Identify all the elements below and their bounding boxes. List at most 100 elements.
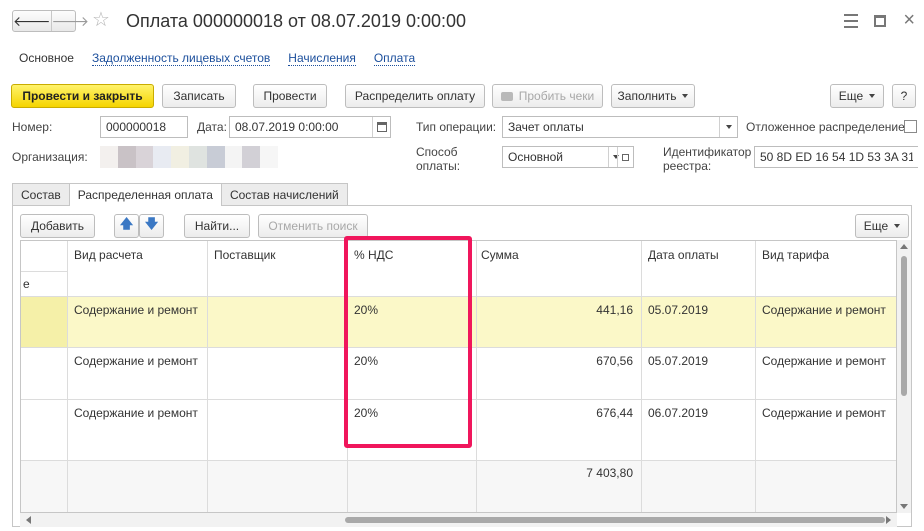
column-header-supplier[interactable]: Поставщик: [214, 248, 276, 262]
nav-link-accruals[interactable]: Начисления: [288, 51, 356, 66]
window-title: Оплата 000000018 от 08.07.2019 0:00:00: [126, 11, 467, 31]
post-and-close-button[interactable]: Провести и закрыть: [11, 84, 154, 108]
title-bar: 🡐 🡒 ☆ Оплата 000000018 от 08.07.2019 0:0…: [0, 0, 924, 44]
table-total-sum: 7 403,80: [586, 466, 633, 480]
organization-label: Организация:: [12, 150, 88, 164]
table-row-2-date[interactable]: 05.07.2019: [648, 354, 708, 368]
table-row-2-sum[interactable]: 670,56: [481, 354, 633, 368]
move-up-button[interactable]: 🡅: [114, 214, 139, 238]
table-row-1-tariff[interactable]: Содержание и ремонт: [762, 303, 886, 317]
date-field[interactable]: 08.07.2019 0:00:00: [229, 116, 391, 138]
registry-id-label-line1: Идентификатор: [663, 145, 752, 159]
horizontal-scrollbar[interactable]: [20, 513, 897, 527]
registry-id-value: 50 8D ED 16 54 1D 53 3A 31 E: [760, 150, 913, 164]
scroll-down-icon[interactable]: [900, 504, 908, 509]
operation-type-label: Тип операции:: [416, 120, 497, 134]
payment-method-label-line1: Способ: [416, 145, 458, 159]
payment-method-select[interactable]: Основной: [502, 146, 634, 168]
chevron-down-icon: [869, 94, 876, 98]
deferred-distribution-label: Отложенное распределение:: [746, 120, 909, 134]
table-row-1-date[interactable]: 05.07.2019: [648, 303, 708, 317]
chevron-down-icon[interactable]: [719, 117, 737, 137]
printer-icon: [500, 91, 513, 101]
scroll-up-icon[interactable]: [900, 244, 908, 249]
table-row-2-tariff[interactable]: Содержание и ремонт: [762, 354, 886, 368]
fill-label: Заполнить: [617, 89, 677, 103]
chevron-down-icon: [682, 94, 689, 98]
scroll-left-icon[interactable]: [26, 516, 31, 524]
registry-id-label-line2: реестра:: [663, 159, 712, 173]
table-row-1-sum[interactable]: 441,16: [481, 303, 633, 317]
more-label: Еще: [838, 89, 864, 103]
registry-id-label: Идентификатор реестра:: [663, 145, 751, 173]
tab-bar: Состав Распределенная оплата Состав начи…: [12, 183, 348, 206]
vat-column-highlight: [344, 236, 472, 448]
maximize-icon[interactable]: [874, 15, 886, 27]
column-header-calc-type[interactable]: Вид расчета: [74, 248, 143, 262]
table-row-3-calc[interactable]: Содержание и ремонт: [74, 406, 198, 420]
favorite-star-icon[interactable]: ☆: [92, 9, 110, 31]
organization-field-redacted[interactable]: [100, 146, 278, 168]
more-actions-button[interactable]: Еще: [830, 84, 884, 108]
arrow-right-icon: 🡒: [51, 12, 90, 29]
table-more-label: Еще: [863, 219, 889, 233]
arrow-up-icon: 🡅: [119, 216, 134, 231]
payment-method-value: Основной: [508, 150, 564, 164]
form-nav-panel: Основное Задолженность лицевых счетов На…: [19, 51, 433, 66]
distribute-payment-button[interactable]: Распределить оплату: [345, 84, 485, 108]
date-label: Дата:: [197, 120, 227, 134]
scroll-right-icon[interactable]: [886, 516, 891, 524]
arrow-left-icon: 🡐: [13, 12, 51, 29]
print-checks-label: Пробить чеки: [518, 89, 595, 103]
history-nav: 🡐 🡒: [12, 10, 89, 32]
close-icon[interactable]: ×: [903, 10, 915, 30]
vertical-scrollbar[interactable]: [897, 240, 911, 513]
table-row-3-tariff[interactable]: Содержание и ремонт: [762, 406, 886, 420]
payment-method-label: Способ оплаты:: [416, 145, 460, 173]
post-button[interactable]: Провести: [253, 84, 327, 108]
column-header-sum[interactable]: Сумма: [481, 248, 519, 262]
open-icon[interactable]: [617, 147, 633, 167]
move-down-button[interactable]: 🡇: [139, 214, 164, 238]
column-header-marker: е: [23, 277, 30, 291]
arrow-down-icon: 🡇: [144, 216, 159, 231]
date-value: 08.07.2019 0:00:00: [235, 120, 339, 134]
number-field[interactable]: 000000018: [100, 116, 188, 138]
vertical-scroll-thumb[interactable]: [901, 256, 907, 396]
tab-composition[interactable]: Состав: [12, 183, 70, 205]
tab-accrual-composition[interactable]: Состав начислений: [220, 183, 348, 205]
table-row-2-calc[interactable]: Содержание и ремонт: [74, 354, 198, 368]
fill-dropdown-button[interactable]: Заполнить: [611, 84, 695, 108]
row-marker-cell: [21, 296, 67, 347]
operation-type-value: Зачет оплаты: [508, 120, 584, 134]
table-row-1-calc[interactable]: Содержание и ремонт: [74, 303, 198, 317]
calendar-icon[interactable]: [372, 117, 390, 137]
add-row-button[interactable]: Добавить: [20, 214, 95, 238]
payment-method-label-line2: оплаты:: [416, 159, 461, 173]
tab-distributed-payment[interactable]: Распределенная оплата: [68, 183, 222, 206]
cancel-find-button[interactable]: Отменить поиск: [258, 214, 368, 238]
window-menu-icon[interactable]: [844, 14, 858, 28]
column-header-payment-date[interactable]: Дата оплаты: [648, 248, 719, 262]
deferred-distribution-checkbox[interactable]: [904, 120, 917, 133]
table-row-3-date[interactable]: 06.07.2019: [648, 406, 708, 420]
save-button[interactable]: Записать: [162, 84, 236, 108]
table-footer: [21, 460, 896, 512]
print-checks-button[interactable]: Пробить чеки: [492, 84, 603, 108]
chevron-down-icon: [894, 224, 901, 228]
table-more-button[interactable]: Еще: [855, 214, 909, 238]
forward-button[interactable]: 🡒: [50, 11, 90, 31]
column-header-tariff-type[interactable]: Вид тарифа: [762, 248, 829, 262]
back-button[interactable]: 🡐: [13, 11, 51, 31]
find-button[interactable]: Найти...: [184, 214, 250, 238]
operation-type-select[interactable]: Зачет оплаты: [502, 116, 738, 138]
number-value: 000000018: [106, 120, 167, 134]
registry-id-field[interactable]: 50 8D ED 16 54 1D 53 3A 31 E: [754, 146, 918, 168]
help-button[interactable]: ?: [892, 84, 916, 108]
horizontal-scroll-thumb[interactable]: [345, 517, 885, 523]
number-label: Номер:: [12, 120, 53, 134]
nav-link-debt[interactable]: Задолженность лицевых счетов: [91, 51, 271, 66]
nav-link-payment[interactable]: Оплата: [373, 51, 416, 66]
nav-link-main[interactable]: Основное: [19, 51, 74, 66]
table-row-3-sum[interactable]: 676,44: [481, 406, 633, 420]
